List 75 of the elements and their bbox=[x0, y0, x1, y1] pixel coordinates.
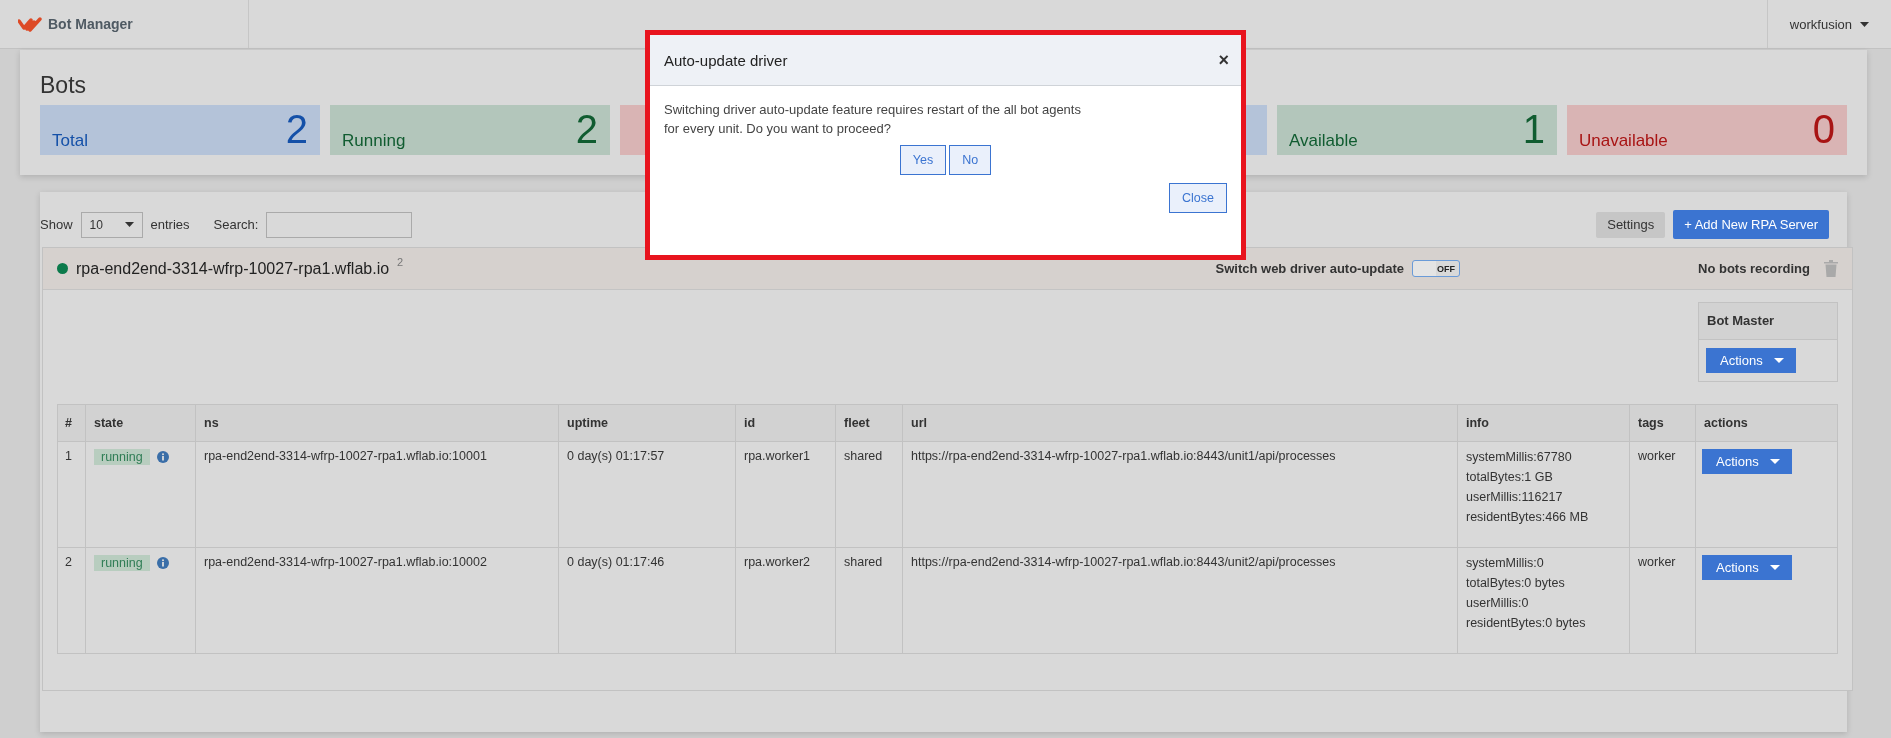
info-icon[interactable] bbox=[156, 451, 169, 463]
table-cell: rpa-end2end-3314-wfrp-10027-rpa1.wflab.io:10002 bbox=[195, 547, 559, 654]
info-line: systemMillis:67780 bbox=[1466, 449, 1573, 466]
table-cell: worker bbox=[1629, 547, 1696, 654]
actions-button[interactable]: Actions bbox=[1702, 449, 1792, 474]
search-field[interactable] bbox=[266, 211, 413, 238]
table-cell: shared bbox=[835, 441, 903, 548]
table-cell: https://rpa-end2end-3314-wfrp-10027-rpa1.wflab.io:8443/unit1/api/processes bbox=[902, 441, 1458, 548]
column-header: url bbox=[902, 404, 1458, 442]
stat-label: Unavailable bbox=[1578, 131, 1668, 151]
caret-icon bbox=[1773, 358, 1784, 363]
caret-icon bbox=[124, 222, 134, 227]
info-line: residentBytes:0 bytes bbox=[1466, 615, 1587, 632]
column-header: id bbox=[735, 404, 836, 442]
table-cell: rpa-end2end-3314-wfrp-10027-rpa1.wflab.io:10001 bbox=[195, 441, 559, 548]
column-header: info bbox=[1457, 404, 1630, 442]
panel-title: Bots bbox=[40, 74, 88, 97]
column-header: actions bbox=[1695, 404, 1838, 442]
caret-icon bbox=[1769, 565, 1780, 570]
info-line: userMillis:0 bbox=[1466, 595, 1530, 612]
column-header: ns bbox=[195, 404, 559, 442]
server-name: rpa-end2end-3314-wfrp-10027-rpa1.wflab.io bbox=[76, 259, 390, 278]
stat-label: Running bbox=[342, 131, 406, 151]
table-cell: https://rpa-end2end-3314-wfrp-10027-rpa1.wflab.io:8443/unit2/api/processes bbox=[902, 547, 1458, 654]
auto-update-toggle[interactable]: OFF bbox=[1412, 260, 1461, 277]
stat-value: 2 bbox=[575, 107, 599, 151]
close-button[interactable]: × bbox=[1218, 49, 1229, 71]
column-header: fleet bbox=[835, 404, 903, 442]
state-badge: running bbox=[94, 449, 150, 465]
table-cell: worker bbox=[1629, 441, 1696, 548]
table-cell: 1 bbox=[57, 441, 86, 548]
close-dialog-button[interactable]: Close bbox=[1169, 183, 1227, 213]
answer-button[interactable]: Yes bbox=[899, 145, 947, 175]
column-header: state bbox=[85, 404, 196, 442]
info-line: residentBytes:466 MB bbox=[1466, 509, 1590, 526]
state-badge: running bbox=[94, 555, 150, 571]
info-line: userMillis:116217 bbox=[1466, 489, 1564, 506]
table-cell: 0 day(s) 01:17:46 bbox=[558, 547, 736, 654]
dialog-message: Switching driver auto-update feature requires restart of the all bot agents for every unit. Do you want to proceed? bbox=[664, 101, 1082, 138]
info-line: totalBytes:1 GB bbox=[1466, 469, 1554, 486]
info-icon[interactable] bbox=[156, 557, 169, 569]
column-header: # bbox=[57, 404, 86, 442]
info-line: systemMillis:0 bbox=[1466, 555, 1545, 572]
app-title: Bot Manager bbox=[48, 16, 133, 32]
table-cell: shared bbox=[835, 547, 903, 654]
actions-button[interactable]: Actions bbox=[1706, 348, 1796, 373]
caret-icon bbox=[1769, 459, 1780, 464]
info-line: totalBytes:0 bytes bbox=[1466, 575, 1566, 592]
table-cell: 2 bbox=[57, 547, 86, 654]
page-size-select[interactable]: 10 bbox=[80, 211, 143, 238]
search-label: Search: bbox=[213, 217, 259, 232]
column-header: uptime bbox=[558, 404, 736, 442]
settings-button[interactable]: Settings bbox=[1596, 211, 1666, 238]
table-cell: 0 day(s) 01:17:57 bbox=[558, 441, 736, 548]
stat-label: Available bbox=[1288, 131, 1358, 151]
user-menu[interactable]: workfusion bbox=[1766, 0, 1891, 48]
actions-button[interactable]: Actions bbox=[1702, 555, 1792, 580]
bot-master-title: Bot Master bbox=[1699, 303, 1837, 340]
stat-value: 1 bbox=[1522, 107, 1545, 151]
column-header: tags bbox=[1629, 404, 1696, 442]
stat-value: 0 bbox=[1812, 107, 1835, 151]
auto-update-label: Switch web driver auto-update bbox=[1215, 261, 1405, 276]
entries-label: entries bbox=[150, 217, 190, 232]
table-cell: rpa.worker2 bbox=[735, 547, 836, 654]
stat-label: Total bbox=[52, 131, 88, 151]
table-cell: rpa.worker1 bbox=[735, 441, 836, 548]
bot-count: 2 bbox=[397, 256, 404, 268]
caret-icon bbox=[1860, 21, 1869, 27]
dialog-title: Auto-update driver bbox=[664, 51, 788, 69]
show-label: Show bbox=[40, 217, 73, 232]
recording-status: No bots recording bbox=[1698, 261, 1810, 276]
stat-value: 2 bbox=[285, 107, 309, 151]
add-server-button[interactable]: + Add New RPA Server bbox=[1673, 210, 1829, 239]
answer-button[interactable]: No bbox=[949, 145, 992, 175]
logo-icon bbox=[18, 16, 42, 32]
